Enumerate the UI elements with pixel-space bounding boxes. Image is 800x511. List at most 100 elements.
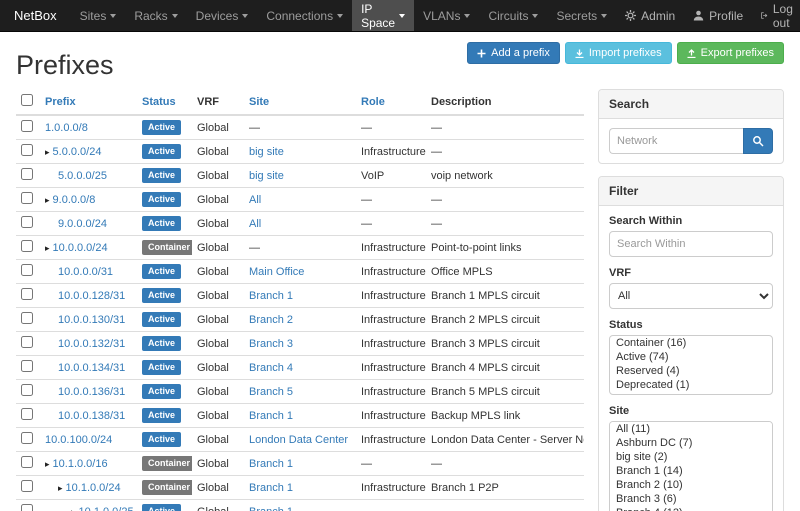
row-checkbox[interactable] bbox=[21, 480, 33, 492]
column-header-prefix[interactable]: Prefix bbox=[40, 89, 137, 115]
tree-indent bbox=[45, 346, 58, 347]
description-cell: London Data Center - Server Network bbox=[426, 428, 584, 452]
site-link: — bbox=[249, 122, 260, 134]
prefix-link[interactable]: 10.0.0.128/31 bbox=[58, 290, 125, 302]
vrf-cell: Global bbox=[192, 260, 244, 284]
add-prefix-button[interactable]: Add a prefix bbox=[467, 42, 560, 64]
description-cell: Branch 4 MPLS circuit bbox=[426, 356, 584, 380]
prefix-link[interactable]: 9.0.0.0/24 bbox=[58, 218, 107, 230]
expand-caret-icon[interactable]: ▸ bbox=[58, 483, 63, 493]
row-checkbox[interactable] bbox=[21, 432, 33, 444]
expand-caret-icon[interactable]: ▸ bbox=[71, 507, 76, 511]
status-multiselect[interactable]: Container (16)Active (74)Reserved (4)Dep… bbox=[609, 335, 773, 395]
navbar-menu-item[interactable]: Circuits bbox=[479, 0, 547, 31]
prefix-link[interactable]: 10.1.0.0/25 bbox=[79, 506, 134, 511]
table-row: ▸10.1.0.0/25 Active Global Branch 1 — — bbox=[16, 500, 584, 511]
prefix-link[interactable]: 10.0.0.136/31 bbox=[58, 386, 125, 398]
row-checkbox[interactable] bbox=[21, 216, 33, 228]
expand-caret-icon[interactable]: ▸ bbox=[45, 147, 50, 157]
prefix-link[interactable]: 1.0.0.0/8 bbox=[45, 122, 88, 134]
role-cell: VoIP bbox=[356, 164, 426, 188]
logout-link[interactable]: Log out bbox=[752, 0, 800, 31]
prefix-link[interactable]: 5.0.0.0/24 bbox=[53, 146, 102, 158]
navbar-menu-item[interactable]: Connections bbox=[257, 0, 352, 31]
navbar-menu-item[interactable]: Secrets bbox=[547, 0, 616, 31]
search-input[interactable] bbox=[609, 128, 743, 154]
row-checkbox[interactable] bbox=[21, 504, 33, 511]
site-link[interactable]: Branch 1 bbox=[249, 410, 293, 422]
site-link[interactable]: London Data Center bbox=[249, 434, 348, 446]
prefix-link[interactable]: 9.0.0.0/8 bbox=[53, 194, 96, 206]
site-link[interactable]: Branch 3 bbox=[249, 338, 293, 350]
site-link[interactable]: big site bbox=[249, 146, 284, 158]
row-checkbox[interactable] bbox=[21, 144, 33, 156]
app-brand[interactable]: NetBox bbox=[0, 0, 71, 31]
prefix-link[interactable]: 10.0.0.132/31 bbox=[58, 338, 125, 350]
site-link[interactable]: Branch 4 bbox=[249, 362, 293, 374]
role-cell: Infrastructure bbox=[356, 404, 426, 428]
select-all-checkbox[interactable] bbox=[21, 94, 33, 106]
expand-caret-icon[interactable]: ▸ bbox=[45, 459, 50, 469]
site-link[interactable]: Branch 1 bbox=[249, 482, 293, 494]
navbar-menu-item-label: Connections bbox=[266, 9, 333, 23]
site-link[interactable]: Branch 1 bbox=[249, 458, 293, 470]
vrf-select[interactable]: All bbox=[609, 283, 773, 309]
row-checkbox[interactable] bbox=[21, 192, 33, 204]
row-checkbox[interactable] bbox=[21, 408, 33, 420]
site-link[interactable]: Branch 5 bbox=[249, 386, 293, 398]
admin-link[interactable]: Admin bbox=[616, 0, 684, 31]
description-cell: Branch 5 MPLS circuit bbox=[426, 380, 584, 404]
prefix-link[interactable]: 10.0.0.138/31 bbox=[58, 410, 125, 422]
prefix-link[interactable]: 10.1.0.0/24 bbox=[66, 482, 121, 494]
navbar-menu-item[interactable]: IP Space bbox=[352, 0, 414, 31]
row-checkbox[interactable] bbox=[21, 336, 33, 348]
prefix-link[interactable]: 10.0.0.0/24 bbox=[53, 242, 108, 254]
row-checkbox[interactable] bbox=[21, 312, 33, 324]
column-header-site[interactable]: Site bbox=[244, 89, 356, 115]
navbar-menu-item[interactable]: Racks bbox=[125, 0, 186, 31]
navbar-menu-item[interactable]: Devices bbox=[187, 0, 258, 31]
site-link[interactable]: Branch 2 bbox=[249, 314, 293, 326]
profile-link[interactable]: Profile bbox=[684, 0, 752, 31]
search-within-input[interactable] bbox=[609, 231, 773, 257]
site-link[interactable]: Branch 1 bbox=[249, 506, 293, 511]
row-checkbox[interactable] bbox=[21, 360, 33, 372]
site-link[interactable]: Branch 1 bbox=[249, 290, 293, 302]
vrf-cell: Global bbox=[192, 332, 244, 356]
status-badge: Active bbox=[142, 264, 181, 279]
prefix-link[interactable]: 5.0.0.0/25 bbox=[58, 170, 107, 182]
user-icon bbox=[693, 10, 704, 21]
table-header-row: PrefixStatusVRFSiteRoleDescription bbox=[16, 89, 584, 115]
expand-caret-icon[interactable]: ▸ bbox=[45, 243, 50, 253]
vrf-cell: Global bbox=[192, 140, 244, 164]
row-checkbox[interactable] bbox=[21, 120, 33, 132]
row-checkbox[interactable] bbox=[21, 168, 33, 180]
prefix-link[interactable]: 10.0.0.130/31 bbox=[58, 314, 125, 326]
row-checkbox[interactable] bbox=[21, 264, 33, 276]
column-header-role[interactable]: Role bbox=[356, 89, 426, 115]
site-link[interactable]: All bbox=[249, 194, 261, 206]
import-prefixes-button[interactable]: Import prefixes bbox=[565, 42, 672, 64]
prefix-link[interactable]: 10.0.0.134/31 bbox=[58, 362, 125, 374]
export-prefixes-button[interactable]: Export prefixes bbox=[677, 42, 784, 64]
role-cell: — bbox=[356, 500, 426, 511]
row-checkbox[interactable] bbox=[21, 384, 33, 396]
search-button[interactable] bbox=[743, 128, 773, 154]
row-checkbox[interactable] bbox=[21, 456, 33, 468]
row-checkbox[interactable] bbox=[21, 288, 33, 300]
status-badge: Active bbox=[142, 408, 181, 423]
expand-caret-icon[interactable]: ▸ bbox=[45, 195, 50, 205]
site-link[interactable]: Main Office bbox=[249, 266, 304, 278]
navbar-menu-item[interactable]: VLANs bbox=[414, 0, 479, 31]
site-link[interactable]: big site bbox=[249, 170, 284, 182]
prefix-link[interactable]: 10.1.0.0/16 bbox=[53, 458, 108, 470]
prefix-link[interactable]: 10.0.100.0/24 bbox=[45, 434, 112, 446]
prefix-link[interactable]: 10.0.0.0/31 bbox=[58, 266, 113, 278]
table-row: ▸5.0.0.0/25 Active Global big site VoIP … bbox=[16, 164, 584, 188]
site-link[interactable]: All bbox=[249, 218, 261, 230]
column-header-status[interactable]: Status bbox=[137, 89, 192, 115]
navbar-menu-item[interactable]: Sites bbox=[71, 0, 126, 31]
filter-panel-title: Filter bbox=[599, 177, 783, 206]
site-multiselect[interactable]: All (11)Ashburn DC (7)big site (2)Branch… bbox=[609, 421, 773, 511]
row-checkbox[interactable] bbox=[21, 240, 33, 252]
